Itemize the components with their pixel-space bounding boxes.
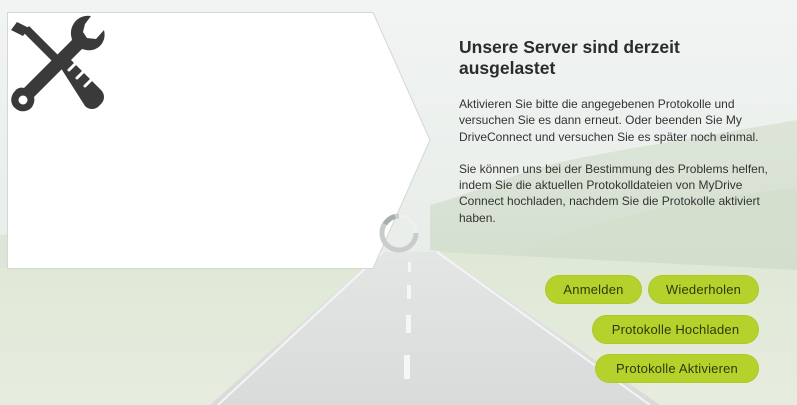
message-content: Unsere Server sind derzeit ausgelastet A… — [459, 37, 779, 226]
dialog-title: Unsere Server sind derzeit ausgelastet — [459, 37, 680, 78]
tools-icon — [11, 15, 105, 112]
info-panel — [7, 12, 431, 269]
loading-spinner-icon — [379, 213, 419, 253]
retry-button[interactable]: Wiederholen — [648, 275, 759, 304]
login-button[interactable]: Anmelden — [545, 275, 642, 304]
enable-logs-button[interactable]: Protokolle Aktivieren — [595, 354, 759, 383]
message-paragraph-1: Aktivieren Sie bitte die angegebenen Pro… — [459, 97, 759, 144]
upload-logs-button[interactable]: Protokolle Hochladen — [592, 315, 759, 344]
message-paragraph-2: Sie können uns bei der Bestimmung des Pr… — [459, 161, 768, 225]
